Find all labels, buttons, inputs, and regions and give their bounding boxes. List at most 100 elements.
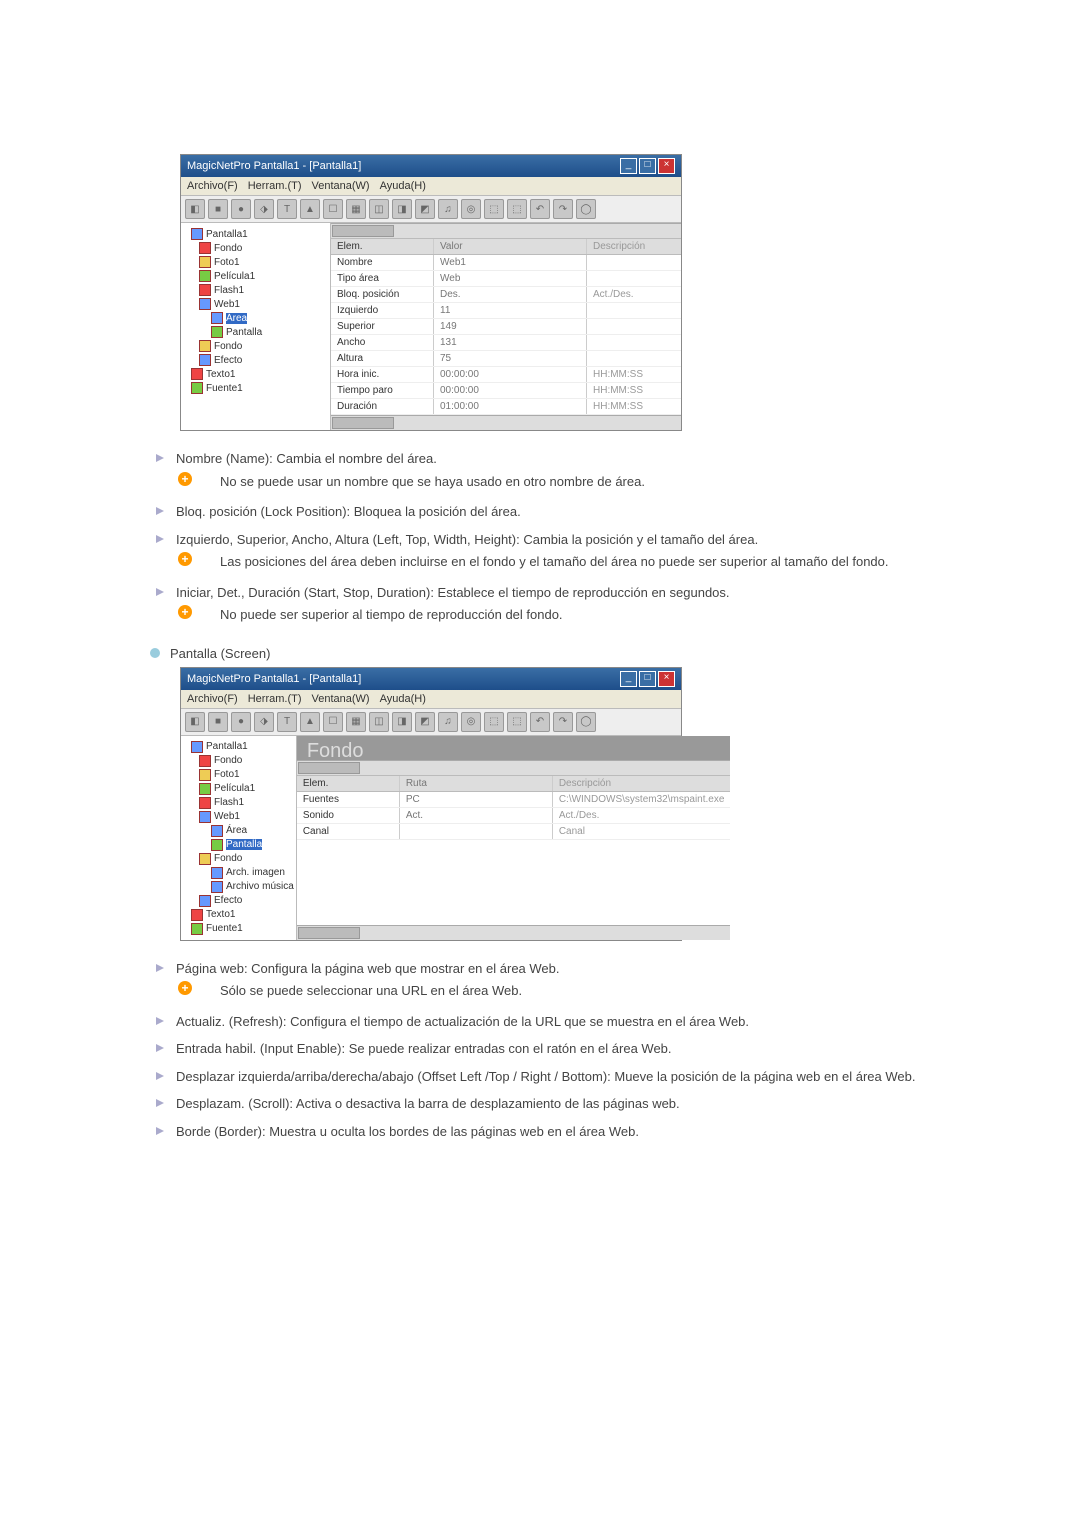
menu-item[interactable]: Herram.(T) [248,180,302,192]
property-row[interactable]: Bloq. posiciónDes.Act./Des. [331,287,681,303]
property-row[interactable]: Tipo áreaWeb [331,271,681,287]
property-row[interactable]: Duración01:00:00HH:MM:SS [331,399,681,415]
maximize-button[interactable]: □ [639,158,656,174]
tree-node[interactable]: Flash1 [183,796,294,810]
tree-node[interactable]: Área [183,824,294,838]
toolbar-icon[interactable]: ◩ [415,712,435,732]
toolbar-icon[interactable]: ◯ [576,199,596,219]
tree-node[interactable]: Película1 [183,269,328,283]
tree-node[interactable]: Pantalla1 [183,740,294,754]
toolbar-icon[interactable]: ▦ [346,199,366,219]
tree-node[interactable]: Fondo [183,852,294,866]
menu-item[interactable]: Ayuda(H) [380,180,426,192]
toolbar-icon[interactable]: ■ [208,199,228,219]
toolbar-icon[interactable]: ◧ [185,712,205,732]
toolbar-icon[interactable]: ◯ [576,712,596,732]
tree-node[interactable]: Foto1 [183,768,294,782]
maximize-button[interactable]: □ [639,671,656,687]
tree-node[interactable]: Foto1 [183,255,328,269]
tree-node[interactable]: Fuente1 [183,922,294,936]
close-button[interactable]: × [658,158,675,174]
tree-node[interactable]: Fondo [183,241,328,255]
menu-item[interactable]: Ventana(W) [312,693,370,705]
menu-item[interactable]: Archivo(F) [187,693,238,705]
toolbar-icon[interactable]: ⬚ [484,712,504,732]
toolbar-icon[interactable]: ⬗ [254,199,274,219]
toolbar-icon[interactable]: ▲ [300,712,320,732]
toolbar-icon[interactable]: ◫ [369,199,389,219]
tree-node[interactable]: Texto1 [183,908,294,922]
menu-item[interactable]: Herram.(T) [248,693,302,705]
toolbar-icon[interactable]: ⬚ [507,712,527,732]
property-row[interactable]: Altura75 [331,351,681,367]
horizontal-scrollbar[interactable] [331,415,681,430]
property-row[interactable]: NombreWeb1 [331,255,681,271]
toolbar-icon[interactable]: T [277,199,297,219]
tree-node[interactable]: Web1 [183,810,294,824]
horizontal-scrollbar[interactable] [297,925,731,940]
toolbar-icon[interactable]: ☐ [323,199,343,219]
property-row[interactable]: Superior149 [331,319,681,335]
property-row[interactable]: Tiempo paro00:00:00HH:MM:SS [331,383,681,399]
tree-node[interactable]: Flash1 [183,283,328,297]
scrollbar-thumb[interactable] [332,225,394,237]
scrollbar-thumb[interactable] [332,417,394,429]
toolbar-icon[interactable]: ⬚ [484,199,504,219]
toolbar-icon[interactable]: ● [231,712,251,732]
toolbar-icon[interactable]: ◨ [392,199,412,219]
scrollbar-thumb[interactable] [298,762,360,774]
close-button[interactable]: × [658,671,675,687]
toolbar-icon[interactable]: ◧ [185,199,205,219]
toolbar-icon[interactable]: ◎ [461,712,481,732]
horizontal-scrollbar[interactable] [331,223,681,238]
property-row[interactable]: CanalCanal [297,824,731,840]
tree-node[interactable]: Fondo [183,339,328,353]
property-row[interactable]: Hora inic.00:00:00HH:MM:SS [331,367,681,383]
property-row[interactable]: SonidoAct.Act./Des. [297,808,731,824]
tree-node[interactable]: Efecto [183,894,294,908]
menu-item[interactable]: Ventana(W) [312,180,370,192]
toolbar-icon[interactable]: ● [231,199,251,219]
tree-node[interactable]: Pantalla [183,838,294,852]
tree-node[interactable]: Web1 [183,297,328,311]
toolbar-icon[interactable]: ▲ [300,199,320,219]
tree-node[interactable]: Área [183,311,328,325]
tree-node[interactable]: Película1 [183,782,294,796]
toolbar-icon[interactable]: ↶ [530,712,550,732]
toolbar-icon[interactable]: ◨ [392,712,412,732]
toolbar-icon[interactable]: ☐ [323,712,343,732]
scrollbar-thumb[interactable] [298,927,360,939]
tree-node[interactable]: Pantalla [183,325,328,339]
toolbar-icon[interactable]: T [277,712,297,732]
property-row[interactable]: Ancho131 [331,335,681,351]
menu-item[interactable]: Ayuda(H) [380,693,426,705]
toolbar-icon[interactable]: ⬗ [254,712,274,732]
toolbar-icon[interactable]: ■ [208,712,228,732]
toolbar-icon[interactable]: ♫ [438,199,458,219]
toolbar-icon[interactable]: ▦ [346,712,366,732]
tree-node-icon [199,783,211,795]
tree-node[interactable]: Texto1 [183,367,328,381]
tree-node[interactable]: Archivo música [183,880,294,894]
tree-node[interactable]: Efecto [183,353,328,367]
horizontal-scrollbar[interactable] [297,760,731,775]
tree-node[interactable]: Fuente1 [183,381,328,395]
property-row[interactable]: Izquierdo11 [331,303,681,319]
minimize-button[interactable]: _ [620,158,637,174]
toolbar-icon[interactable]: ⬚ [507,199,527,219]
toolbar-icon[interactable]: ♫ [438,712,458,732]
tree-node[interactable]: Fondo [183,754,294,768]
toolbar-icon[interactable]: ↷ [553,199,573,219]
col-name: Elem. [297,776,400,791]
toolbar-icon[interactable]: ◩ [415,199,435,219]
toolbar-icon[interactable]: ↷ [553,712,573,732]
tree-node[interactable]: Arch. imagen [183,866,294,880]
property-row[interactable]: FuentesPCC:\WINDOWS\system32\mspaint.exe [297,792,731,808]
tree-node[interactable]: Pantalla1 [183,227,328,241]
toolbar-icon[interactable]: ↶ [530,199,550,219]
toolbar-icon[interactable]: ◫ [369,712,389,732]
toolbar-icon[interactable]: ◎ [461,199,481,219]
minimize-button[interactable]: _ [620,671,637,687]
menu-item[interactable]: Archivo(F) [187,180,238,192]
note-sub-text: No puede ser superior al tiempo de repro… [200,607,563,622]
